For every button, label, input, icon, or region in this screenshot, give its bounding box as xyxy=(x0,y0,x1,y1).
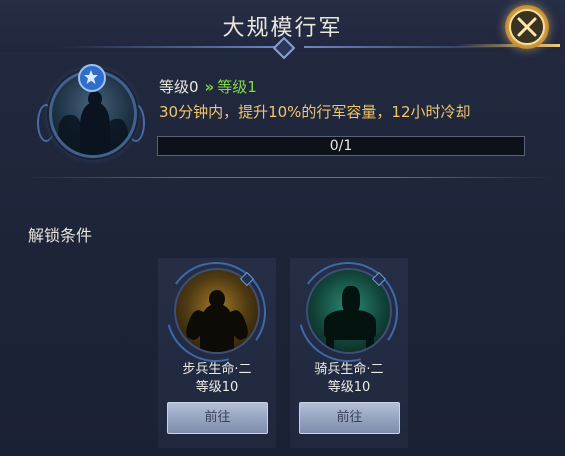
skill-icon-frame xyxy=(35,64,147,172)
condition-level: 等级10 xyxy=(195,380,239,395)
skill-description: 30分钟内，提升10%的行军容量，12小时冷却 xyxy=(159,103,471,121)
close-glow-line xyxy=(455,44,560,47)
unlock-conditions-title: 解锁条件 xyxy=(28,226,93,245)
close-x-icon xyxy=(517,17,537,37)
condition-name: 骑兵生命·二 xyxy=(314,362,384,377)
next-level: 等级1 xyxy=(217,78,257,96)
condition-card-cavalry: 骑兵生命·二 等级10 前往 xyxy=(279,243,417,448)
current-level: 等级0 xyxy=(159,78,199,96)
level-row: 等级0 » 等级1 xyxy=(159,76,257,96)
condition-card-infantry: 步兵生命·二 等级10 前往 xyxy=(147,243,285,448)
goto-button[interactable]: 前往 xyxy=(299,402,400,434)
progress-bar: 0/1 xyxy=(157,136,525,156)
condition-level: 等级10 xyxy=(327,380,371,395)
close-button[interactable] xyxy=(505,5,549,49)
condition-name: 步兵生命·二 xyxy=(182,362,252,377)
goto-button[interactable]: 前往 xyxy=(167,402,268,434)
section-divider xyxy=(24,177,554,178)
march-skill-panel: 大规模行军 等级0» 等级1 30分钟内，提升10%的行军容量，12小时冷却 0… xyxy=(0,0,565,456)
header-ornament-left xyxy=(60,46,280,48)
star-icon xyxy=(78,64,106,92)
progress-text: 0/1 xyxy=(329,138,353,154)
double-chevron-right-icon: » xyxy=(204,78,215,96)
